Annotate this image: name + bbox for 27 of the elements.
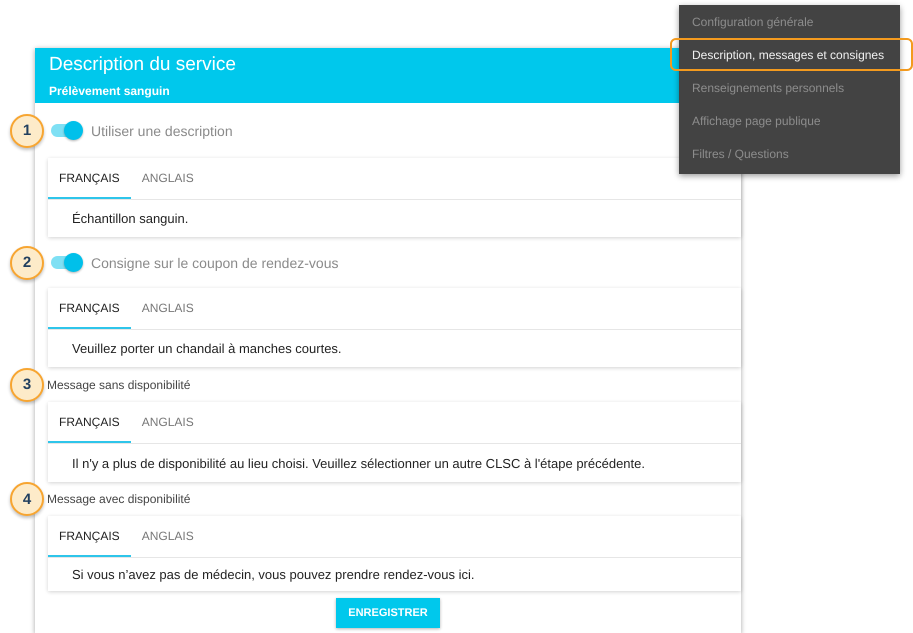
toggle-switch[interactable] (51, 124, 81, 137)
section-label: Message avec disponibilité (47, 492, 190, 506)
message-text: Si vous n’avez pas de médecin, vous pouvez prendre rendez-vous ici. (72, 567, 474, 582)
menu-item[interactable]: Renseignements personnels (679, 71, 900, 104)
menu-item[interactable]: Configuration générale (679, 5, 900, 38)
language-tab[interactable]: FRANÇAIS (48, 402, 131, 443)
message-text: Veuillez porter un chandail à manches courtes. (72, 341, 342, 356)
menu-item[interactable]: Description, messages et consignes (670, 38, 913, 71)
language-tab[interactable]: ANGLAIS (130, 402, 205, 443)
callout-number: 1 (10, 114, 44, 148)
language-tab[interactable]: ANGLAIS (130, 516, 205, 557)
menu-item[interactable]: Affichage page publique (679, 104, 900, 137)
toggle-switch[interactable] (51, 256, 81, 269)
message-text: Il n'y a plus de disponibilité au lieu choisi. Veuillez sélectionner un autre CLSC à l'étape précédente. (72, 456, 645, 470)
menu-item[interactable]: Filtres / Questions (679, 137, 900, 170)
callout-number: 4 (10, 482, 44, 516)
language-tab[interactable]: FRANÇAIS (48, 516, 131, 557)
language-tab[interactable]: ANGLAIS (130, 288, 205, 329)
language-tab[interactable]: ANGLAIS (130, 158, 205, 199)
toggle-label: Utiliser une description (91, 122, 233, 138)
language-tab[interactable]: FRANÇAIS (48, 158, 131, 199)
message-text: Échantillon sanguin. (72, 211, 188, 226)
language-tab[interactable]: FRANÇAIS (48, 288, 131, 329)
callout-number: 3 (10, 368, 44, 402)
section-label: Message sans disponibilité (47, 378, 190, 392)
callout-number: 2 (10, 246, 44, 280)
toggle-label: Consigne sur le coupon de rendez-vous (91, 254, 338, 270)
